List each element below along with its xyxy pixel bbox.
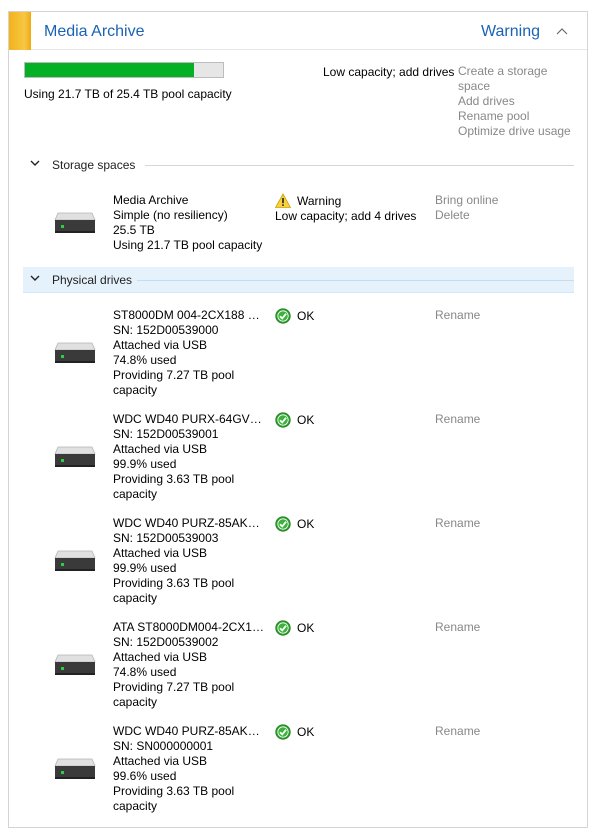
drive-info: WDC WD40 PURZ-85AKK... SN: 152D00539003 … bbox=[113, 516, 265, 606]
drive-connection: Attached via USB bbox=[113, 650, 208, 664]
drive-icon bbox=[54, 212, 96, 233]
bring-online-link[interactable]: Bring online bbox=[435, 193, 498, 208]
drive-providing: Providing 3.63 TB pool capacity bbox=[113, 472, 235, 501]
storage-space-resiliency: Simple (no resiliency) bbox=[113, 208, 228, 222]
drive-info: ST8000DM 004-2CX188 SC... SN: 152D005390… bbox=[113, 308, 265, 398]
drive-serial: SN: 152D00539002 bbox=[113, 635, 219, 649]
drive-actions: Rename bbox=[435, 724, 480, 739]
drive-used: 74.8% used bbox=[113, 353, 177, 367]
chevron-down-icon bbox=[30, 273, 40, 285]
chevron-up-icon bbox=[556, 28, 568, 35]
drive-status: OK bbox=[275, 308, 314, 324]
drive-providing: Providing 3.63 TB pool capacity bbox=[113, 576, 235, 605]
drive-used: 99.9% used bbox=[113, 457, 177, 471]
drive-serial: SN: 152D00539003 bbox=[113, 531, 219, 545]
drive-status-text: OK bbox=[297, 724, 315, 739]
drive-used: 74.8% used bbox=[113, 665, 177, 679]
physical-drives-label: Physical drives bbox=[52, 273, 133, 287]
drive-icon bbox=[54, 342, 96, 363]
storage-spaces-section-header[interactable]: Storage spaces bbox=[23, 152, 574, 178]
pool-title: Media Archive bbox=[44, 23, 145, 40]
drive-actions: Rename bbox=[435, 412, 480, 427]
drive-name: WDC WD40 PURZ-85AKK... bbox=[113, 724, 265, 738]
drive-status-text: OK bbox=[297, 516, 315, 531]
pool-status: Warning bbox=[481, 23, 540, 40]
pool-alert-text: Low capacity; add drives bbox=[323, 65, 455, 79]
rename-drive-link[interactable]: Rename bbox=[435, 620, 480, 635]
storage-space-size: 25.5 TB bbox=[113, 223, 155, 237]
drive-name: WDC WD40 PURX-64GVN... bbox=[113, 412, 265, 426]
drive-status: OK bbox=[275, 724, 314, 740]
drive-providing: Providing 3.63 TB pool capacity bbox=[113, 784, 235, 813]
drive-actions: Rename bbox=[435, 516, 480, 531]
ok-check-icon bbox=[275, 308, 291, 324]
drive-connection: Attached via USB bbox=[113, 442, 208, 456]
storage-spaces-label: Storage spaces bbox=[52, 158, 136, 172]
create-storage-space-link[interactable]: Create a storage space bbox=[458, 64, 578, 94]
drive-providing: Providing 7.27 TB pool capacity bbox=[113, 368, 235, 397]
storage-space-status: Warning Low capacity; add 4 drives bbox=[275, 193, 416, 224]
drive-serial: SN: SN000000001 bbox=[113, 739, 214, 753]
drive-providing: Providing 7.27 TB pool capacity bbox=[113, 680, 235, 709]
pool-header[interactable]: Media Archive Warning bbox=[9, 12, 587, 50]
drive-info: WDC WD40 PURX-64GVN... SN: 152D00539001 … bbox=[113, 412, 265, 502]
pool-usage-text: Using 21.7 TB of 25.4 TB pool capacity bbox=[24, 87, 232, 101]
drive-used: 99.6% used bbox=[113, 769, 177, 783]
optimize-drive-usage-link[interactable]: Optimize drive usage bbox=[458, 124, 578, 139]
rename-drive-link[interactable]: Rename bbox=[435, 308, 480, 323]
storage-space-actions: Bring online Delete bbox=[435, 193, 498, 223]
section-divider bbox=[137, 280, 574, 281]
drive-name: ATA ST8000DM004-2CX1 S... bbox=[113, 620, 265, 634]
drive-serial: SN: 152D00539001 bbox=[113, 427, 219, 441]
storage-space-name: Media Archive bbox=[113, 193, 189, 207]
drive-status: OK bbox=[275, 620, 314, 636]
drive-icon bbox=[54, 550, 96, 571]
ok-check-icon bbox=[275, 412, 291, 428]
pool-task-links: Create a storage space Add drives Rename… bbox=[458, 64, 578, 139]
drive-connection: Attached via USB bbox=[113, 546, 208, 560]
drive-icon bbox=[54, 446, 96, 467]
drive-icon bbox=[54, 758, 96, 779]
drive-status: OK bbox=[275, 412, 314, 428]
section-divider bbox=[145, 165, 574, 166]
drive-info: ATA ST8000DM004-2CX1 S... SN: 152D005390… bbox=[113, 620, 265, 710]
drive-status-text: OK bbox=[297, 308, 315, 323]
storage-space-usage: Using 21.7 TB pool capacity bbox=[113, 238, 263, 252]
chevron-down-icon bbox=[30, 158, 40, 170]
drive-icon bbox=[54, 654, 96, 675]
pool-usage-bar bbox=[24, 62, 224, 78]
rename-drive-link[interactable]: Rename bbox=[435, 412, 480, 427]
drive-name: ST8000DM 004-2CX188 SC... bbox=[113, 308, 265, 322]
collapse-button[interactable] bbox=[552, 20, 572, 40]
drive-connection: Attached via USB bbox=[113, 754, 208, 768]
warning-stripe bbox=[9, 12, 31, 50]
rename-pool-link[interactable]: Rename pool bbox=[458, 109, 578, 124]
storage-space-info: Media Archive Simple (no resiliency) 25.… bbox=[113, 193, 265, 253]
add-drives-link[interactable]: Add drives bbox=[458, 94, 578, 109]
drive-used: 99.9% used bbox=[113, 561, 177, 575]
drive-status-text: OK bbox=[297, 412, 315, 427]
warning-triangle-icon bbox=[275, 193, 291, 208]
drive-serial: SN: 152D00539000 bbox=[113, 323, 219, 337]
drive-status-text: OK bbox=[297, 620, 315, 635]
delete-link[interactable]: Delete bbox=[435, 208, 498, 223]
storage-pool-panel: Media Archive Warning Using 21.7 TB of 2… bbox=[8, 11, 588, 828]
drive-info: WDC WD40 PURZ-85AKK... SN: SN000000001 A… bbox=[113, 724, 265, 814]
storage-space-status-text: Warning bbox=[297, 193, 342, 208]
drive-actions: Rename bbox=[435, 308, 480, 323]
drive-actions: Rename bbox=[435, 620, 480, 635]
ok-check-icon bbox=[275, 620, 291, 636]
ok-check-icon bbox=[275, 724, 291, 740]
drive-status: OK bbox=[275, 516, 314, 532]
ok-check-icon bbox=[275, 516, 291, 532]
drive-connection: Attached via USB bbox=[113, 338, 208, 352]
pool-usage-fill bbox=[25, 63, 195, 77]
drive-name: WDC WD40 PURZ-85AKK... bbox=[113, 516, 265, 530]
physical-drives-section-header[interactable]: Physical drives bbox=[23, 267, 574, 293]
rename-drive-link[interactable]: Rename bbox=[435, 724, 480, 739]
storage-space-status-detail: Low capacity; add 4 drives bbox=[275, 209, 417, 223]
rename-drive-link[interactable]: Rename bbox=[435, 516, 480, 531]
